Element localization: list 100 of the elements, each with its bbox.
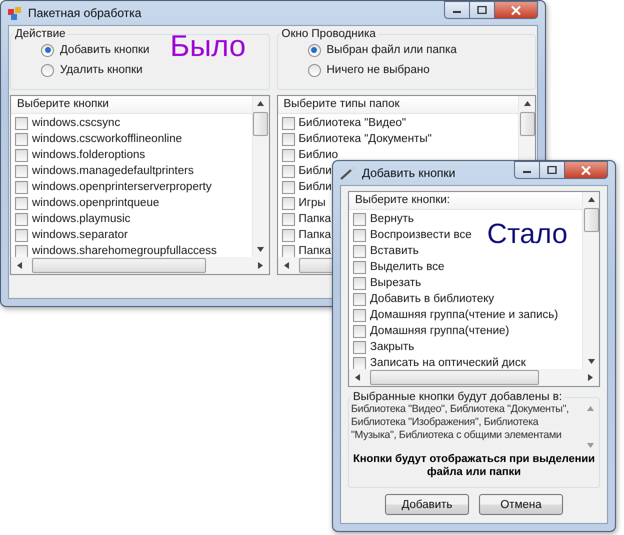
- scroll-up-icon[interactable]: [588, 197, 594, 202]
- item-label: Выделить все: [370, 261, 444, 273]
- item-label: Библио: [298, 149, 338, 161]
- checkbox[interactable]: [353, 324, 366, 338]
- item-label: Игры: [298, 197, 326, 209]
- checkbox[interactable]: [282, 244, 294, 257]
- before-caption: Было: [170, 32, 246, 62]
- group-title: Окно Проводника: [280, 28, 377, 40]
- close-icon: [511, 6, 521, 14]
- item-label: Библиотека "Документы": [298, 133, 432, 145]
- item-label: Записать на оптический диск: [370, 357, 526, 369]
- add-button[interactable]: Добавить: [385, 494, 469, 515]
- item-label: windows.separator: [32, 229, 128, 241]
- scroll-left-icon[interactable]: [17, 262, 22, 269]
- checkbox[interactable]: [15, 164, 28, 178]
- item-label: windows.sharehomegroupfullaccess: [32, 245, 217, 257]
- item-label: Вернуть: [370, 213, 414, 225]
- checkbox[interactable]: [15, 116, 28, 130]
- maximize-button[interactable]: [540, 161, 565, 179]
- maximize-icon: [547, 166, 557, 174]
- checkbox[interactable]: [15, 212, 28, 226]
- radio-button[interactable]: [308, 44, 320, 56]
- window-title: Пакетная обработка: [28, 6, 142, 20]
- target-folders-text: Библиотека "Видео", Библиотека "Документы", Библиотека "Изображения", Библиотека "Музыка", Библиотека с общими элементами: [351, 403, 570, 443]
- scroll-up-icon[interactable]: [524, 101, 530, 106]
- scroll-left-icon[interactable]: [284, 262, 288, 269]
- item-label: Папка: [298, 229, 332, 241]
- radio-label: Ничего не выбрано: [326, 64, 430, 76]
- scrollbar-thumb[interactable]: [370, 370, 539, 385]
- checkbox[interactable]: [282, 196, 294, 210]
- after-caption: Стало: [487, 220, 568, 248]
- checkbox[interactable]: [353, 228, 366, 242]
- checkbox[interactable]: [353, 340, 366, 354]
- checkbox[interactable]: [282, 212, 294, 226]
- checkbox[interactable]: [15, 196, 28, 210]
- checkbox[interactable]: [282, 116, 294, 130]
- checkbox[interactable]: [353, 276, 366, 290]
- scrollbar-thumb[interactable]: [520, 112, 534, 136]
- close-icon: [581, 166, 591, 174]
- radio-label: Выбран файл или папка: [326, 44, 457, 56]
- radio-button[interactable]: [41, 64, 54, 76]
- checkbox[interactable]: [353, 212, 366, 226]
- group-title: Действие: [14, 28, 67, 40]
- minimize-button[interactable]: [514, 161, 540, 179]
- item-label: Домашняя группа(чтение и запись): [370, 309, 558, 321]
- item-label: Библиотека "Видео": [298, 117, 406, 129]
- maximize-button[interactable]: [470, 1, 495, 19]
- item-label: windows.cscsync: [32, 117, 120, 129]
- note-text: Кнопки будут отображаться при выделении файла или папки: [352, 453, 596, 479]
- group-title: Выбранные кнопки будут добавлены в:: [352, 391, 564, 403]
- checkbox[interactable]: [282, 180, 294, 194]
- checkbox[interactable]: [282, 164, 294, 178]
- checkbox[interactable]: [282, 148, 294, 162]
- horizontal-scrollbar[interactable]: [349, 369, 599, 386]
- close-button[interactable]: [495, 1, 538, 19]
- cancel-button[interactable]: Отмена: [479, 494, 563, 515]
- scroll-down-icon[interactable]: [588, 359, 594, 364]
- item-label: Библи: [298, 181, 332, 193]
- checkbox[interactable]: [15, 244, 28, 257]
- window-icon: [8, 6, 22, 20]
- item-label: Папка: [298, 245, 332, 257]
- list-header: Выберите кнопки: [11, 96, 252, 114]
- close-button[interactable]: [565, 161, 608, 179]
- minimize-button[interactable]: [444, 1, 470, 19]
- checkbox[interactable]: [353, 292, 366, 306]
- item-label: Закрыть: [370, 341, 414, 353]
- checkbox[interactable]: [15, 228, 28, 242]
- checkbox[interactable]: [353, 244, 366, 258]
- item-label: Добавить в библиотеку: [370, 293, 494, 305]
- item-label: Папка: [298, 213, 332, 225]
- item-label: windows.managedefaultprinters: [32, 165, 194, 177]
- checkbox[interactable]: [15, 132, 28, 146]
- checkbox[interactable]: [282, 132, 294, 146]
- radio-button[interactable]: [41, 44, 54, 56]
- item-label: windows.cscworkofflineonline: [32, 133, 182, 145]
- checkbox[interactable]: [353, 260, 366, 274]
- scrollbar-thumb[interactable]: [584, 208, 598, 232]
- item-label: Воспроизвести все: [370, 229, 472, 241]
- checkbox[interactable]: [15, 148, 28, 162]
- scroll-down-icon[interactable]: [257, 247, 264, 252]
- item-label: windows.folderoptions: [32, 149, 146, 161]
- scrollbar-thumb[interactable]: [32, 258, 206, 273]
- vertical-scrollbar[interactable]: [252, 96, 268, 257]
- checkbox[interactable]: [353, 308, 366, 322]
- checkbox[interactable]: [15, 180, 28, 194]
- scroll-right-icon[interactable]: [588, 374, 593, 381]
- radio-button[interactable]: [308, 64, 320, 76]
- item-label: Библи: [298, 165, 332, 177]
- scroll-left-icon[interactable]: [355, 374, 360, 381]
- horizontal-scrollbar[interactable]: [11, 257, 268, 274]
- vertical-scrollbar[interactable]: [582, 192, 599, 369]
- scroll-right-icon[interactable]: [258, 262, 262, 269]
- item-label: Вырезать: [370, 277, 422, 289]
- scrollbar-thumb[interactable]: [253, 112, 268, 136]
- checkbox[interactable]: [353, 356, 366, 369]
- maximize-icon: [477, 6, 487, 14]
- wand-icon: [340, 166, 356, 180]
- checkbox[interactable]: [282, 228, 294, 242]
- item-label: Домашняя группа(чтение): [370, 325, 510, 337]
- scroll-up-icon[interactable]: [257, 101, 264, 106]
